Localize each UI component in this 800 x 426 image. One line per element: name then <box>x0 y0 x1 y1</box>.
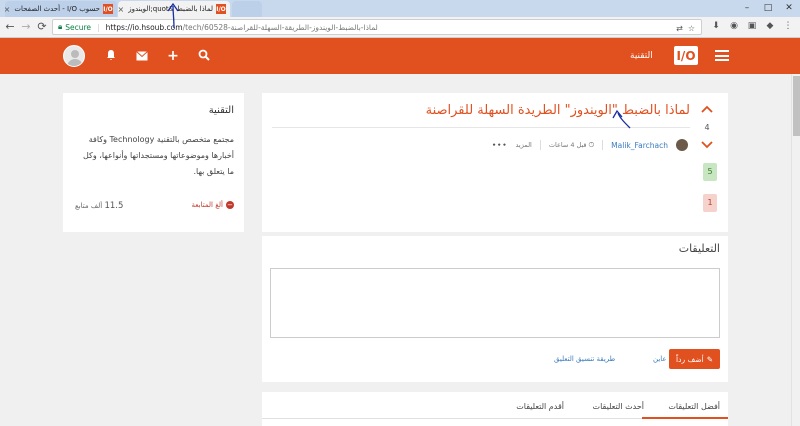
post-meta: Malik_Farchach 🕓︎ قبل 4 ساعات المزيد ••• <box>492 139 688 151</box>
community-description: مجتمع متخصص بالتقنية Technology وكافة أخ… <box>83 135 234 176</box>
downvote-chevron-icon[interactable] <box>700 138 714 152</box>
community-title[interactable]: التقنية <box>209 105 234 116</box>
comments-section: التعليقات ✎ أضف رداً عاين طريقة تنسيق ال… <box>262 236 728 382</box>
comment-sort-tabs: أفضل التعليقات أحدث التعليقات أقدم التعل… <box>262 392 728 426</box>
community-info-card: التقنية مجتمع متخصص بالتقنية Technology … <box>63 93 244 232</box>
tab-newest-comments[interactable]: أحدث التعليقات <box>593 402 644 411</box>
extension-icon[interactable]: ▣ <box>746 20 758 32</box>
lock-icon: 🔒︎ <box>58 22 63 31</box>
forward-icon[interactable]: → <box>19 20 33 33</box>
divider <box>272 127 690 128</box>
back-icon[interactable]: ← <box>3 20 17 33</box>
extension-icon[interactable]: ◆ <box>764 20 776 32</box>
bookmark-star-icon[interactable]: ☆ <box>688 24 695 33</box>
maximize-icon[interactable]: □ <box>757 0 779 15</box>
tab-best-comments[interactable]: أفضل التعليقات <box>668 402 720 411</box>
page-scrollbar[interactable] <box>791 74 800 426</box>
mail-icon[interactable] <box>134 49 150 65</box>
post-time: 🕓︎ قبل 4 ساعات <box>549 141 594 150</box>
url-input[interactable]: 🔒︎ Secure | https://io.hsoub.com /tech/6… <box>52 19 702 35</box>
divider <box>602 140 604 150</box>
author-avatar[interactable] <box>676 139 688 151</box>
io-logo[interactable]: I/O <box>674 46 698 65</box>
minus-circle-icon: − <box>226 201 234 209</box>
upvotes-badge: 5 <box>703 163 717 181</box>
tab-title: لماذا بالضبط &quot;الويندوز <box>128 5 213 13</box>
download-icon[interactable]: ⬇ <box>710 20 722 32</box>
followers-label: ألف متابع <box>75 202 103 210</box>
format-help-link[interactable]: طريقة تنسيق التعليق <box>554 355 615 363</box>
add-reply-label: أضف رداً <box>676 354 704 364</box>
search-icon[interactable] <box>196 49 212 65</box>
clock-icon: 🕓︎ <box>588 140 595 149</box>
more-label[interactable]: المزيد <box>516 141 532 149</box>
avatar[interactable] <box>63 45 85 67</box>
new-tab-button[interactable] <box>232 1 262 17</box>
more-dots-icon[interactable]: ••• <box>492 141 507 149</box>
divider <box>539 140 541 150</box>
post-card: لماذا بالضبط "الويندوز" الطريدة السهلة ل… <box>262 93 728 232</box>
address-toolbar: ← → ⟳ 🔒︎ Secure | https://io.hsoub.com /… <box>0 17 800 38</box>
secure-label: Secure <box>65 22 92 32</box>
active-tab-indicator <box>642 417 728 419</box>
browser-tabstrip: I/O حسوب I/O - أحدث الصفحات × I/O لماذا … <box>0 0 800 17</box>
tab-close-icon[interactable]: × <box>118 5 124 14</box>
url-path: /tech/60528-لماذا-بالضبط-الويندوز-الطريق… <box>182 22 378 32</box>
followers-count: 11.5 ألف متابع <box>75 201 123 211</box>
tab-close-icon[interactable]: × <box>5 5 10 14</box>
menu-dots-icon[interactable]: ⋮ <box>782 20 794 32</box>
extension-icon[interactable]: ◉ <box>728 20 740 32</box>
reload-icon[interactable]: ⟳ <box>35 20 49 33</box>
tab-title: حسوب I/O - أحدث الصفحات <box>14 5 100 13</box>
comment-textarea[interactable] <box>270 268 720 338</box>
io-favicon-icon: I/O <box>103 4 113 14</box>
pencil-icon: ✎ <box>706 354 713 364</box>
downvotes-badge: 1 <box>703 194 717 212</box>
time-ago: قبل 4 ساعات <box>548 140 587 149</box>
bell-icon[interactable] <box>103 49 119 65</box>
minimize-icon[interactable]: – <box>736 0 758 15</box>
close-window-icon[interactable]: ✕ <box>778 0 800 15</box>
browser-tab-current[interactable]: I/O لماذا بالضبط &quot;الويندوز × <box>118 1 230 17</box>
io-favicon-icon: I/O <box>216 4 226 14</box>
menu-hamburger-icon[interactable] <box>715 50 729 61</box>
add-reply-button[interactable]: ✎ أضف رداً <box>669 349 720 369</box>
tab-oldest-comments[interactable]: أقدم التعليقات <box>516 402 564 411</box>
author-link[interactable]: Malik_Farchach <box>611 141 668 150</box>
add-post-icon[interactable]: + <box>165 48 181 64</box>
url-divider: | <box>97 22 100 32</box>
community-name[interactable]: التقنية <box>630 51 653 61</box>
preview-link[interactable]: عاين <box>653 355 667 363</box>
unfollow-button[interactable]: − ألغ المتابعة <box>192 201 234 209</box>
browser-tab-latest[interactable]: I/O حسوب I/O - أحدث الصفحات × <box>5 1 117 17</box>
url-actions: ⇄ ☆ <box>676 20 695 36</box>
unfollow-label: ألغ المتابعة <box>191 201 223 209</box>
translate-icon[interactable]: ⇄ <box>676 24 683 33</box>
vote-count: 4 <box>704 123 710 132</box>
url-host: https://io.hsoub.com <box>105 22 183 32</box>
comments-title: التعليقات <box>678 242 720 255</box>
post-title[interactable]: لماذا بالضبط "الويندوز" الطريدة السهلة ل… <box>426 103 690 118</box>
followers-number: 11.5 <box>104 201 124 211</box>
scrollbar-thumb[interactable] <box>793 76 800 136</box>
upvote-chevron-icon[interactable] <box>700 102 714 116</box>
